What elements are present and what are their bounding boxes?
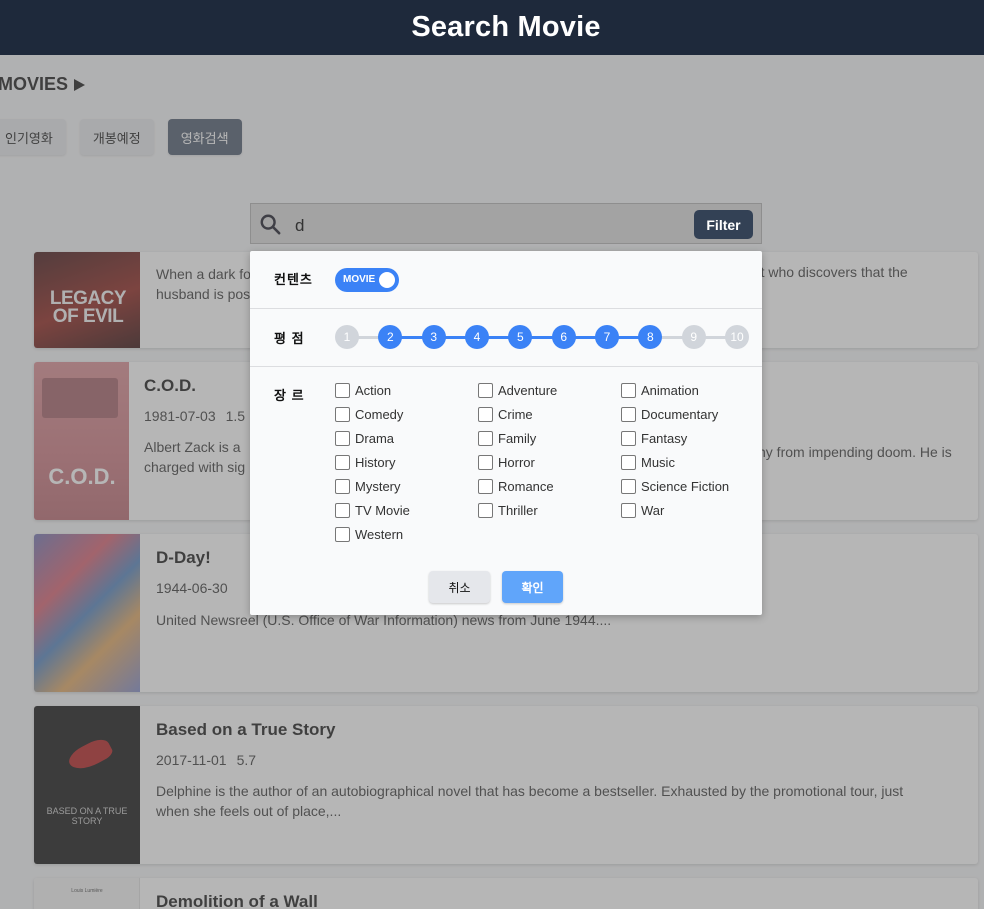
genre-option[interactable]: Fantasy xyxy=(621,430,755,446)
genre-option[interactable]: Documentary xyxy=(621,406,755,422)
confirm-button[interactable]: 확인 xyxy=(502,571,563,603)
genre-label-text: Action xyxy=(355,382,392,398)
genre-label-text: Drama xyxy=(355,430,395,446)
genre-checkbox[interactable] xyxy=(621,454,636,470)
rating-step-1[interactable]: 1 xyxy=(335,325,359,349)
genre-checkbox[interactable] xyxy=(335,478,350,494)
cancel-button[interactable]: 취소 xyxy=(429,571,490,603)
genre-option[interactable]: Mystery xyxy=(335,478,478,494)
app-header: Search Movie xyxy=(0,0,984,55)
genre-option[interactable]: Science Fiction xyxy=(621,478,755,494)
rating-step-6[interactable]: 6 xyxy=(551,325,576,349)
genre-checkbox[interactable] xyxy=(621,382,636,398)
genre-option[interactable]: Comedy xyxy=(335,406,478,422)
genre-option[interactable]: Western xyxy=(335,526,478,542)
genre-label-text: Animation xyxy=(641,382,699,398)
genre-option[interactable]: Horror xyxy=(478,454,621,470)
genre-label-text: Fantasy xyxy=(641,430,688,446)
search-bar: d Filter xyxy=(250,203,762,244)
rating-step-10[interactable]: 10 xyxy=(725,325,749,349)
genre-grid: Action Adventure Animation Comedy Crime Docum… xyxy=(335,382,755,542)
genre-checkbox[interactable] xyxy=(621,406,636,422)
rating-step-2[interactable]: 2 xyxy=(378,325,403,349)
genre-checkbox[interactable] xyxy=(621,478,636,494)
search-icon xyxy=(260,214,281,235)
genre-label-text: Crime xyxy=(498,406,533,422)
genre-label-text: Family xyxy=(498,430,537,446)
content-toggle-label: MOVIE xyxy=(343,274,376,285)
genre-checkbox[interactable] xyxy=(621,502,636,518)
genre-checkbox[interactable] xyxy=(478,406,493,422)
rating-step-9[interactable]: 9 xyxy=(681,325,706,349)
genre-label-text: Western xyxy=(355,526,404,542)
genre-checkbox[interactable] xyxy=(335,502,350,518)
genre-label-text: History xyxy=(355,454,396,470)
genre-checkbox[interactable] xyxy=(335,454,350,470)
genre-checkbox[interactable] xyxy=(478,382,493,398)
genre-label-text: War xyxy=(641,502,665,518)
filter-modal: 컨텐츠 MOVIE 평 점 1 2 3 4 5 6 7 8 9 10 장 르 Action Adve… xyxy=(250,251,762,615)
genre-label-text: Romance xyxy=(498,478,554,494)
genre-option[interactable]: Animation xyxy=(621,382,755,398)
divider xyxy=(250,308,762,309)
divider xyxy=(250,366,762,367)
genre-label-text: Music xyxy=(641,454,675,470)
genre-option[interactable]: TV Movie xyxy=(335,502,478,518)
filter-button[interactable]: Filter xyxy=(694,210,753,239)
search-input[interactable]: d xyxy=(295,216,304,236)
genre-label-text: Science Fiction xyxy=(641,478,730,494)
genre-option[interactable]: Drama xyxy=(335,430,478,446)
rating-step-5[interactable]: 5 xyxy=(508,325,533,349)
genre-checkbox[interactable] xyxy=(478,478,493,494)
genre-option[interactable]: Action xyxy=(335,382,478,398)
rating-step-7[interactable]: 7 xyxy=(595,325,619,349)
rating-step-3[interactable]: 3 xyxy=(421,325,446,349)
rating-step-4[interactable]: 4 xyxy=(465,325,489,349)
genre-option[interactable]: Crime xyxy=(478,406,621,422)
genre-label: 장 르 xyxy=(274,388,305,403)
genre-option[interactable]: History xyxy=(335,454,478,470)
genre-label-text: Mystery xyxy=(355,478,401,494)
toggle-knob xyxy=(379,272,395,288)
genre-checkbox[interactable] xyxy=(335,406,350,422)
rating-step-8[interactable]: 8 xyxy=(638,325,663,349)
rating-label: 평 점 xyxy=(274,331,305,346)
genre-option[interactable]: Family xyxy=(478,430,621,446)
genre-label-text: Adventure xyxy=(498,382,558,398)
genre-checkbox[interactable] xyxy=(335,526,350,542)
genre-label-text: Documentary xyxy=(641,406,719,422)
genre-checkbox[interactable] xyxy=(335,382,350,398)
content-toggle[interactable]: MOVIE xyxy=(335,268,399,292)
app-title: Search Movie xyxy=(411,11,601,43)
genre-label-text: TV Movie xyxy=(355,502,410,518)
content-label: 컨텐츠 xyxy=(274,272,313,287)
genre-option[interactable]: Music xyxy=(621,454,755,470)
genre-option[interactable]: Thriller xyxy=(478,502,621,518)
genre-checkbox[interactable] xyxy=(335,430,350,446)
genre-label-text: Comedy xyxy=(355,406,404,422)
rating-slider[interactable]: 1 2 3 4 5 6 7 8 9 10 xyxy=(335,325,749,349)
genre-label-text: Horror xyxy=(498,454,535,470)
genre-option[interactable]: War xyxy=(621,502,755,518)
genre-checkbox[interactable] xyxy=(478,454,493,470)
genre-checkbox[interactable] xyxy=(478,430,493,446)
genre-option[interactable]: Romance xyxy=(478,478,621,494)
genre-label-text: Thriller xyxy=(498,502,538,518)
genre-checkbox[interactable] xyxy=(478,502,493,518)
genre-checkbox[interactable] xyxy=(621,430,636,446)
genre-option[interactable]: Adventure xyxy=(478,382,621,398)
